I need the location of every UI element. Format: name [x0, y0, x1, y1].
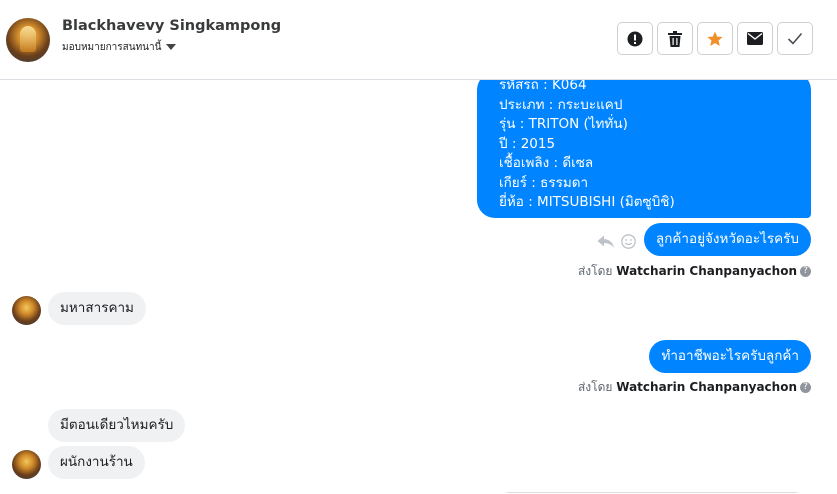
avatar[interactable]	[6, 18, 50, 62]
divider	[507, 492, 797, 493]
assign-conversation-dropdown[interactable]: มอบหมายการสนทนานี้	[62, 40, 177, 55]
message-actions	[597, 234, 636, 249]
reply-icon[interactable]	[597, 235, 615, 249]
sent-by-prefix: ส่งโดย	[577, 264, 613, 278]
avatar	[12, 450, 41, 479]
mark-unread-button[interactable]	[737, 22, 773, 55]
mark-done-button[interactable]	[777, 22, 813, 55]
star-icon	[707, 31, 723, 46]
alert-icon	[627, 31, 643, 46]
card-line: ประเภท : กระบะแคป	[499, 96, 623, 113]
outgoing-message[interactable]: ทำอาชีพอะไรครับลูกค้า	[649, 340, 811, 373]
mark-spam-button[interactable]	[617, 22, 653, 55]
sent-by-info: ส่งโดย Watcharin Chanpanyachon?	[578, 262, 811, 281]
emoji-icon[interactable]	[621, 234, 636, 249]
card-line: ปี : 2015	[499, 135, 556, 152]
trash-icon	[668, 30, 682, 47]
contact-name[interactable]: Blackhavevy Singkampong	[62, 18, 281, 34]
help-icon[interactable]: ?	[800, 266, 811, 277]
header-toolbar	[617, 22, 813, 55]
delete-button[interactable]	[657, 22, 693, 55]
agent-name: Watcharin Chanpanyachon	[616, 380, 797, 394]
star-button[interactable]	[697, 22, 733, 55]
incoming-message[interactable]: ผนักงานร้าน	[48, 446, 145, 479]
outgoing-message[interactable]: ลูกค้าอยู่จังหวัดอะไรครับ	[643, 223, 811, 256]
check-icon	[787, 32, 803, 45]
vehicle-info-card: รหัสรถ : K064 ประเภท : กระบะแคป รุ่น : T…	[477, 72, 811, 218]
card-line: เชื้อเพลิง : ดีเซล	[499, 155, 594, 171]
card-line: รุ่น : TRITON (ไททั่น)	[499, 116, 628, 132]
help-icon[interactable]: ?	[800, 382, 811, 393]
card-line: เกียร์ : ธรรมดา	[499, 174, 589, 191]
agent-name: Watcharin Chanpanyachon	[616, 264, 797, 278]
sent-by-info: ส่งโดย Watcharin Chanpanyachon?	[578, 378, 811, 397]
card-line: ยี่ห้อ : MITSUBISHI (มิตซูบิชิ)	[499, 194, 675, 210]
message-thread[interactable]: รหัสรถ : K064 ประเภท : กระบะแคป รุ่น : T…	[0, 72, 837, 494]
envelope-icon	[747, 32, 763, 45]
incoming-message[interactable]: มหาสารคาม	[48, 292, 146, 325]
sent-by-prefix: ส่งโดย	[577, 380, 613, 394]
avatar	[12, 296, 41, 325]
conversation-header: Blackhavevy Singkampong มอบหมายการสนทนาน…	[0, 0, 837, 80]
incoming-message[interactable]: มีตอนเดียวไหมครับ	[48, 409, 186, 442]
assign-label: มอบหมายการสนทนานี้	[62, 42, 162, 53]
caret-down-icon	[166, 44, 177, 50]
